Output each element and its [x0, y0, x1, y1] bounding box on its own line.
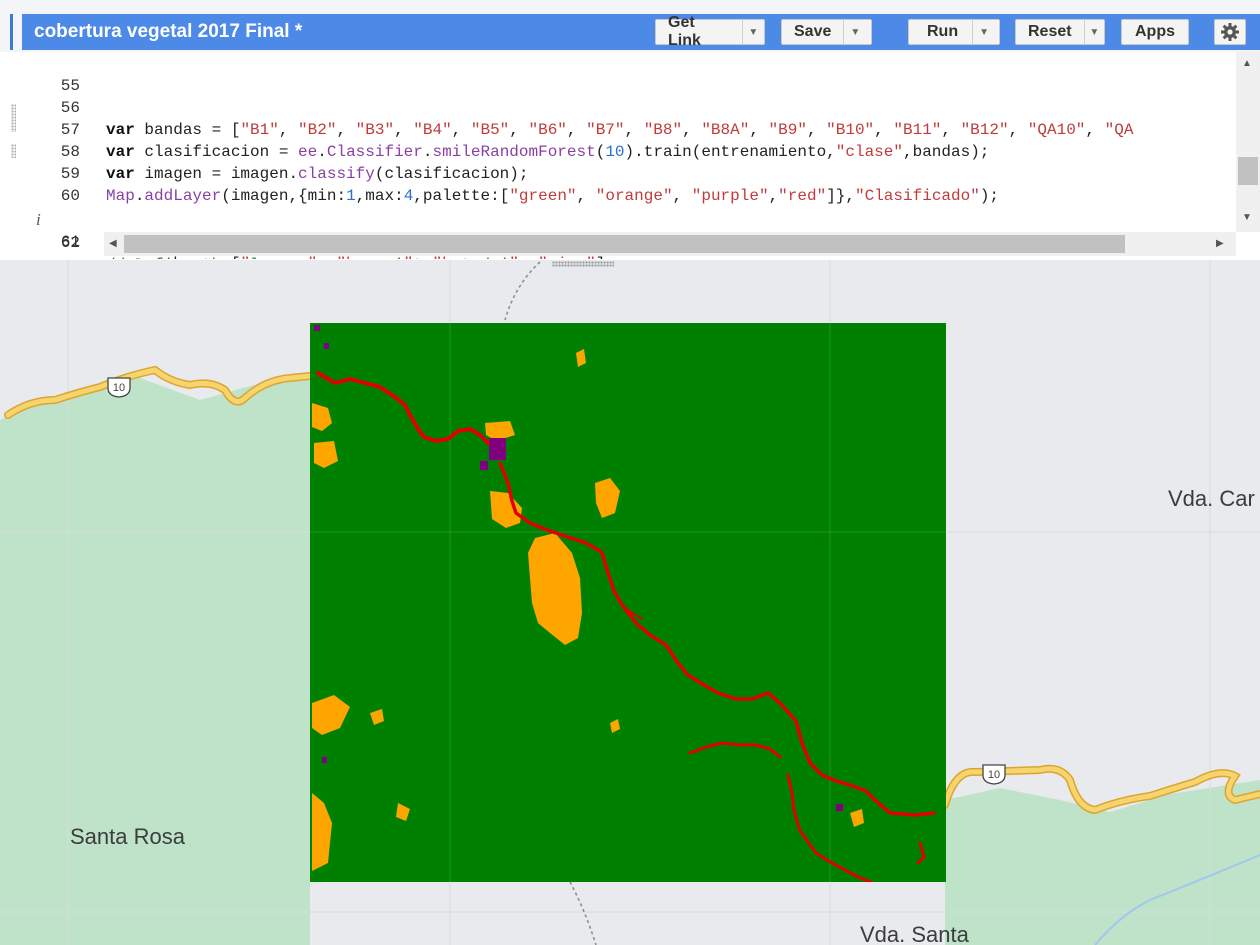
- vertical-scroll-thumb[interactable]: [1238, 157, 1258, 185]
- reset-button[interactable]: Reset ▼: [1015, 19, 1105, 45]
- get-link-label: Get Link: [668, 14, 701, 49]
- apps-label: Apps: [1135, 23, 1175, 40]
- panel-resize-handle[interactable]: [10, 14, 13, 50]
- run-button[interactable]: Run ▼: [908, 19, 1000, 45]
- code-line[interactable]: 58 var imagen = imagen.classify(clasific…: [0, 119, 1232, 183]
- vertical-scrollbar[interactable]: [1236, 52, 1260, 232]
- apps-button[interactable]: Apps: [1121, 19, 1189, 45]
- script-title[interactable]: cobertura vegetal 2017 Final *: [34, 21, 302, 43]
- line-number: 62: [60, 234, 80, 252]
- code-line[interactable]: 57 var clasificacion = ee.Classifier.smi…: [0, 97, 1232, 161]
- reset-dropdown-icon[interactable]: ▼: [1083, 20, 1104, 44]
- route-shield-number: 10: [113, 382, 125, 394]
- get-link-button[interactable]: Get Link ▼: [655, 14, 765, 49]
- map-canvas[interactable]: 10 10 Vda. Car Santa Rosa Vda. Santa: [0, 260, 1260, 945]
- scroll-up-icon[interactable]: ▲: [1242, 58, 1252, 69]
- horizontal-scroll-thumb[interactable]: [124, 235, 1125, 253]
- route-shield-icon: 10: [982, 764, 1006, 785]
- panel-drag-handle[interactable]: [552, 261, 614, 267]
- route-shield-icon: 10: [107, 377, 131, 398]
- classified-layer: [310, 323, 946, 882]
- get-link-dropdown-icon[interactable]: ▼: [741, 20, 764, 44]
- place-label: Vda. Car: [1168, 486, 1255, 511]
- run-label: Run: [927, 23, 959, 40]
- reset-label: Reset: [1028, 23, 1072, 40]
- editor-header: cobertura vegetal 2017 Final * Get Link …: [22, 14, 1260, 50]
- scroll-right-icon[interactable]: ▶: [1216, 238, 1224, 249]
- route-shield-number: 10: [988, 769, 1000, 781]
- place-label: Vda. Santa: [860, 922, 969, 945]
- scroll-left-icon[interactable]: ◀: [109, 238, 117, 249]
- scroll-down-icon[interactable]: ▼: [1242, 212, 1252, 223]
- save-dropdown-icon[interactable]: ▼: [843, 20, 866, 44]
- code-line[interactable]: 59 Map.addLayer(imagen,{min:1,max:4,pale…: [0, 141, 1232, 205]
- run-dropdown-icon[interactable]: ▼: [972, 20, 995, 44]
- code-line[interactable]: i 61 var nombre = ["paramo", "bosque", "…: [0, 187, 1232, 259]
- gear-icon[interactable]: [1214, 19, 1246, 45]
- park-area-west: [0, 372, 310, 945]
- code-line[interactable]: 55: [0, 53, 1232, 95]
- code-line[interactable]: 62 // Define the classes you are interes…: [0, 210, 1232, 259]
- save-button[interactable]: Save ▼: [781, 19, 872, 45]
- code-editor[interactable]: 55 56 var bandas = ["B1", "B2", "B3", "B…: [0, 52, 1260, 259]
- code-line[interactable]: 56 var bandas = ["B1", "B2", "B3", "B4",…: [0, 75, 1232, 139]
- save-label: Save: [794, 23, 832, 40]
- code-line[interactable]: 60: [0, 163, 1232, 205]
- place-label: Santa Rosa: [70, 824, 185, 849]
